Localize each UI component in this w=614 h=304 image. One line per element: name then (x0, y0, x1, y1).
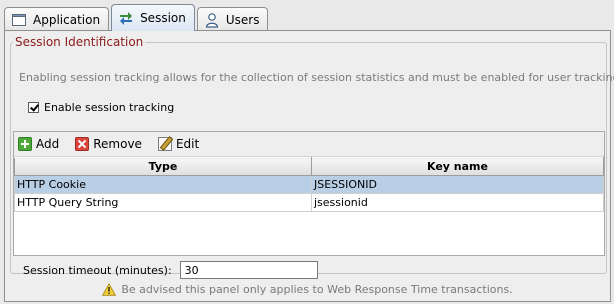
add-icon (18, 137, 32, 151)
add-label: Add (36, 137, 60, 151)
table-row[interactable]: HTTP Cookie JSESSIONID (14, 175, 604, 194)
cell-key-name[interactable]: jsessionid (311, 193, 604, 212)
cell-type[interactable]: HTTP Cookie (14, 175, 312, 194)
application-window-icon (11, 12, 27, 28)
users-icon (204, 12, 220, 28)
group-legend: Session Identification (15, 35, 144, 49)
session-tracking-description: Enabling session tracking allows for the… (19, 71, 614, 84)
edit-icon (157, 137, 172, 151)
tab-session[interactable]: Session (111, 4, 195, 31)
tab-application-label: Application (33, 12, 101, 27)
tab-session-label: Session (140, 11, 186, 25)
session-timeout-label: Session timeout (minutes): (23, 263, 172, 277)
remove-button[interactable]: Remove (75, 137, 142, 151)
warning-icon (102, 283, 117, 296)
session-identification-group: Session Identification Enabling session … (10, 35, 614, 279)
advisory-text: Be advised this panel only applies to We… (121, 283, 513, 296)
enable-session-tracking-label[interactable]: Enable session tracking (44, 101, 174, 114)
table-header-row: Type Key name (14, 157, 604, 176)
session-timeout-input[interactable] (179, 261, 318, 279)
tab-bar: Application Session Users (4, 4, 270, 31)
table-toolbar: Add Remove Edit (14, 132, 604, 157)
cell-key-name[interactable]: JSESSIONID (311, 175, 604, 194)
edit-label: Edit (175, 137, 200, 151)
edit-button[interactable]: Edit (157, 137, 200, 151)
remove-label: Remove (93, 137, 142, 151)
enable-session-tracking-row[interactable]: Enable session tracking (28, 101, 174, 114)
enable-session-tracking-checkbox[interactable] (28, 102, 39, 113)
tab-users-label: Users (225, 12, 260, 27)
column-header-key-name[interactable]: Key name (311, 157, 604, 176)
session-panel: Session Identification Enabling session … (4, 30, 614, 302)
tab-users[interactable]: Users (196, 7, 269, 31)
session-key-table-container: Add Remove Edit Type Key name HTTP Cooki… (13, 131, 605, 256)
table-row[interactable]: HTTP Query String jsessionid (14, 193, 604, 212)
advisory-note: Be advised this panel only applies to We… (5, 283, 610, 296)
cell-type[interactable]: HTTP Query String (14, 193, 312, 212)
remove-icon (75, 137, 90, 151)
session-key-table: Type Key name HTTP Cookie JSESSIONID HTT… (14, 157, 604, 212)
session-timeout-row: Session timeout (minutes): (23, 261, 318, 279)
add-button[interactable]: Add (18, 137, 59, 151)
column-header-type[interactable]: Type (14, 157, 312, 176)
session-arrows-icon (118, 10, 134, 26)
tab-application[interactable]: Application (4, 7, 110, 31)
